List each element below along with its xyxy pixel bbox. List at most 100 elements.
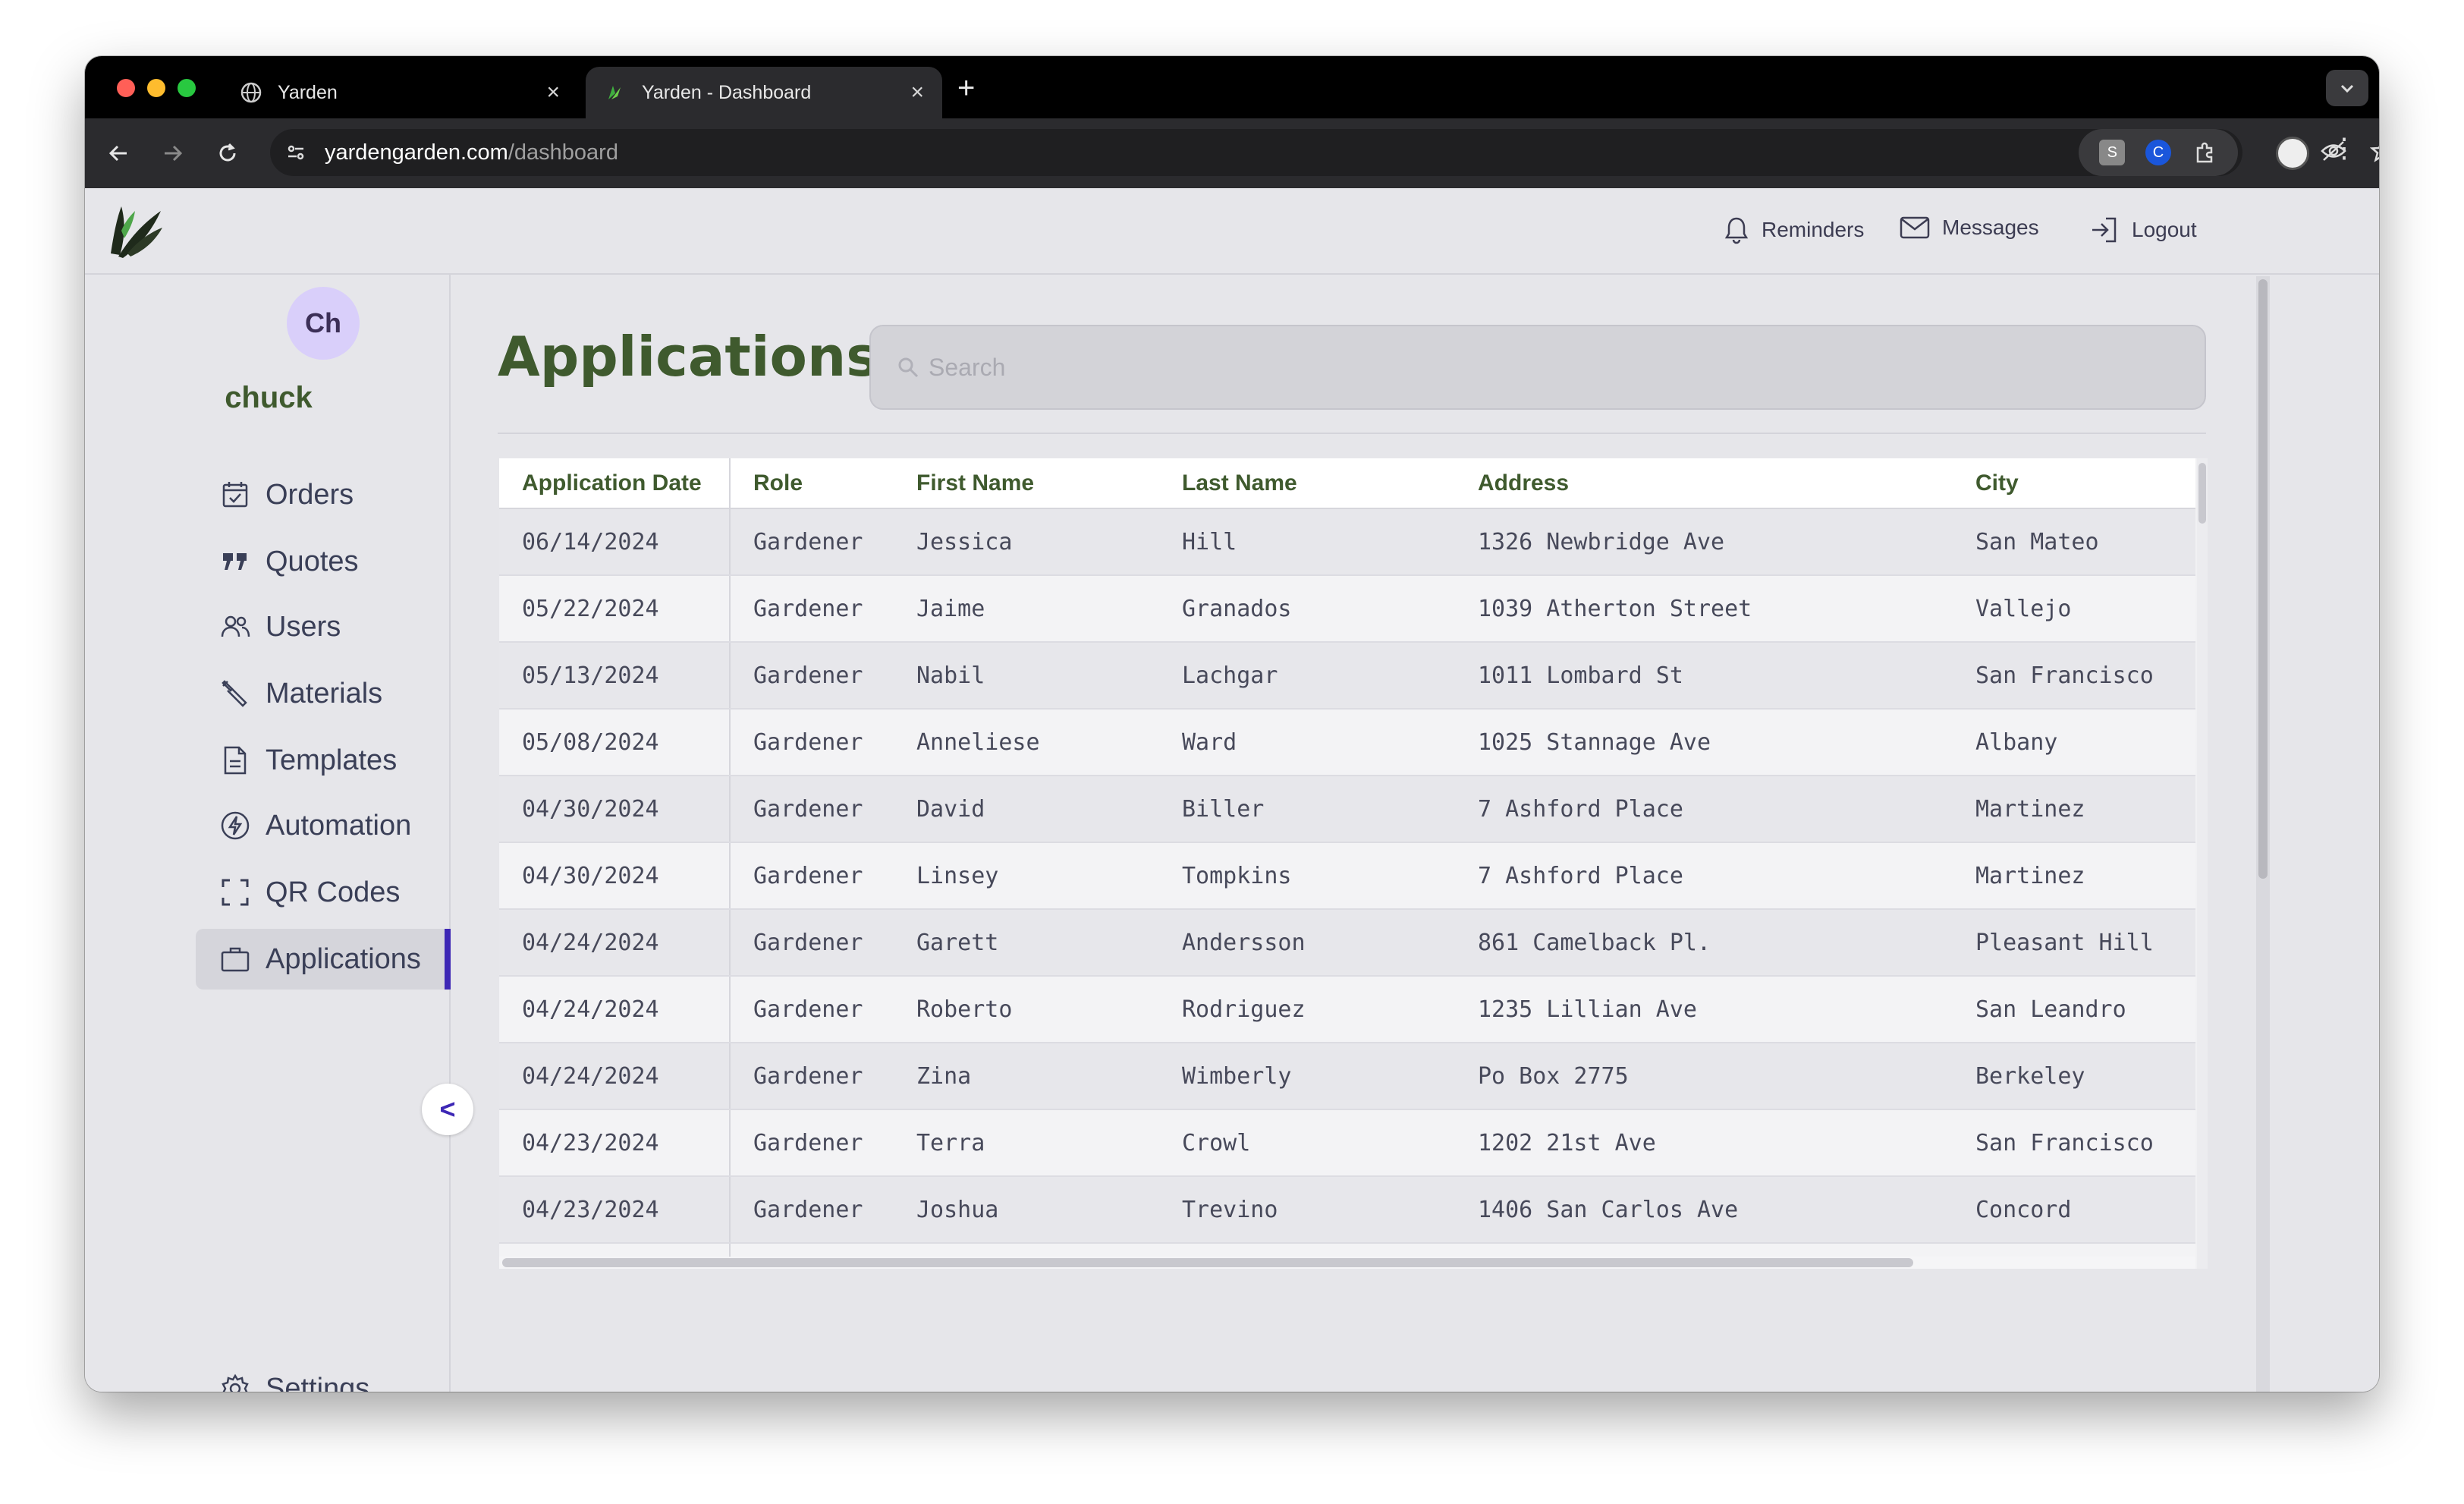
username: chuck <box>225 381 313 414</box>
cell-address: 1235 Lillian Ave <box>1455 976 1953 1043</box>
cell-address: 1011 Lombard St <box>1455 642 1953 710</box>
table-horizontal-scroll-thumb[interactable] <box>502 1258 1913 1267</box>
browser-tab-dashboard[interactable]: Yarden - Dashboard × <box>586 67 942 118</box>
table-row[interactable]: 04/30/2024 Gardener Linsey Tompkins 7 Ashfor… <box>499 842 2195 910</box>
cell-first-name: Jessica <box>894 508 1159 576</box>
cell-address: 7 Ashford Place <box>1455 842 1953 910</box>
table-row[interactable]: 06/14/2024 Gardener Jessica Hill 1326 Newbri… <box>499 508 2195 576</box>
cell-city: San Leandro <box>1953 976 2195 1043</box>
column-header-role[interactable]: Role <box>730 458 894 509</box>
page-vertical-scroll-thumb[interactable] <box>2258 279 2268 879</box>
cell-application-date: 04/24/2024 <box>499 1043 731 1110</box>
sidebar-item-settings[interactable]: Settings <box>196 1372 369 1392</box>
cell-application-date: 05/08/2024 <box>499 709 731 776</box>
extension-icon[interactable]: S <box>2099 140 2126 165</box>
back-button[interactable] <box>100 135 137 171</box>
extension-c-icon[interactable]: C <box>2145 140 2171 165</box>
table-header-row: Application Date Role First Name Last Na… <box>499 458 2195 509</box>
reminders-button[interactable]: Reminders <box>1724 216 1864 244</box>
messages-button[interactable]: Messages <box>1900 216 2039 240</box>
minimize-window-button[interactable] <box>147 79 165 97</box>
table-row[interactable]: 05/13/2024 Gardener Nabil Lachgar 1011 Lomba… <box>499 642 2195 710</box>
sidebar-item-users[interactable]: Users <box>196 596 451 657</box>
reload-button[interactable] <box>209 135 246 171</box>
sidebar-item-orders[interactable]: Orders <box>196 464 451 525</box>
close-window-button[interactable] <box>117 79 135 97</box>
puzzle-icon[interactable] <box>2192 140 2217 165</box>
table-row[interactable]: 04/23/2024 Gardener Joshua Trevino 1406 San … <box>499 1176 2195 1244</box>
table-vertical-scroll-thumb[interactable] <box>2198 463 2206 524</box>
column-header-first-name[interactable]: First Name <box>894 458 1159 509</box>
address-bar[interactable]: yardengarden.com/dashboard <box>270 129 2379 176</box>
sidebar-item-materials[interactable]: Materials <box>196 663 451 724</box>
table-row[interactable]: 05/22/2024 Gardener Jaime Granados 1039 Athe… <box>499 575 2195 643</box>
table-row[interactable]: 04/24/2024 Gardener Zina Wimberly Po Box 277… <box>499 1043 2195 1110</box>
new-tab-button[interactable]: + <box>957 73 975 103</box>
browser-menu-icon[interactable]: ⋮ <box>2330 132 2358 164</box>
cell-role: Gardener <box>730 709 894 776</box>
maximize-window-button[interactable] <box>178 79 196 97</box>
search-box[interactable] <box>869 325 2206 410</box>
yarden-logo[interactable] <box>106 200 165 260</box>
sidebar-item-label: Users <box>266 610 341 643</box>
table-row[interactable]: 04/24/2024 Gardener Garett Andersson 861 Cam… <box>499 909 2195 977</box>
logout-label: Logout <box>2132 218 2197 241</box>
sidebar-item-label: Quotes <box>266 545 359 577</box>
cell-city: Albany <box>1953 709 2195 776</box>
tab-title: Yarden <box>278 81 338 103</box>
cell-address: 1039 Atherton Street <box>1455 575 1953 643</box>
forward-button[interactable] <box>155 135 191 171</box>
lightning-icon <box>218 809 252 842</box>
avatar[interactable]: Ch <box>287 287 360 360</box>
sidebar-item-label: Applications <box>266 942 421 975</box>
sidebar-item-label: QR Codes <box>266 876 401 908</box>
url-text: yardengarden.com/dashboard <box>325 140 618 165</box>
cell-role: Gardener <box>730 642 894 710</box>
column-header-city[interactable]: City <box>1953 458 2195 509</box>
star-icon[interactable] <box>2369 139 2379 167</box>
table-row[interactable]: 04/30/2024 Gardener David Biller 7 Ashford P… <box>499 776 2195 843</box>
cell-last-name: Crowl <box>1159 1109 1455 1177</box>
site-settings-icon[interactable] <box>281 137 311 168</box>
column-header-address[interactable]: Address <box>1455 458 1953 509</box>
cell-first-name: Anneliese <box>894 709 1159 776</box>
table-row[interactable]: 04/23/2024 Gardener Terra Crowl 1202 21st Av… <box>499 1109 2195 1177</box>
cell-role: Gardener <box>730 909 894 977</box>
cell-first-name: Terra <box>894 1109 1159 1177</box>
sidebar-item-automation[interactable]: Automation <box>196 795 451 856</box>
sidebar: Ch chuck Orders Quotes Users Materials T… <box>85 275 451 1392</box>
sidebar-item-templates[interactable]: Templates <box>196 730 451 791</box>
sidebar-item-label: Materials <box>266 677 383 710</box>
sidebar-item-quotes[interactable]: Quotes <box>196 531 451 592</box>
table-row[interactable]: 05/08/2024 Gardener Anneliese Ward 1025 Stan… <box>499 709 2195 776</box>
column-header-last-name[interactable]: Last Name <box>1159 458 1455 509</box>
cell-role: Gardener <box>730 976 894 1043</box>
reminders-label: Reminders <box>1762 218 1865 241</box>
cell-application-date: 04/24/2024 <box>499 909 731 977</box>
close-tab-icon[interactable]: × <box>546 80 560 105</box>
cell-application-date: 05/22/2024 <box>499 575 731 643</box>
cell-city: Concord <box>1953 1176 2195 1244</box>
arrow-right-icon <box>165 145 183 162</box>
cell-last-name: Trevino <box>1159 1176 1455 1244</box>
search-input[interactable] <box>929 353 2142 382</box>
close-tab-icon[interactable]: × <box>910 80 924 105</box>
cell-last-name: Tompkins <box>1159 842 1455 910</box>
sidebar-item-qr-codes[interactable]: QR Codes <box>196 862 451 923</box>
collapse-sidebar-button[interactable]: < <box>422 1084 473 1135</box>
cell-application-date: 04/24/2024 <box>499 976 731 1043</box>
applications-table: Application Date Role First Name Last Na… <box>499 458 2208 1269</box>
tab-search-button[interactable] <box>2326 70 2368 106</box>
browser-window: Yarden × Yarden - Dashboard × + yardenga… <box>85 56 2379 1392</box>
table-vertical-scrollbar[interactable] <box>2197 458 2208 1269</box>
page-title: Applications <box>498 325 879 389</box>
logout-button[interactable]: Logout <box>2089 216 2197 244</box>
profile-avatar[interactable] <box>2276 137 2309 170</box>
sidebar-item-applications[interactable]: Applications <box>196 929 451 990</box>
cell-role: Gardener <box>730 842 894 910</box>
browser-tab-yarden[interactable]: Yarden × <box>222 67 578 118</box>
cell-address: 1326 Newbridge Ave <box>1455 508 1953 576</box>
reload-icon <box>219 143 236 162</box>
column-header-application-date[interactable]: Application Date <box>499 458 731 509</box>
table-row[interactable]: 04/24/2024 Gardener Roberto Rodriguez 1235 L… <box>499 976 2195 1043</box>
